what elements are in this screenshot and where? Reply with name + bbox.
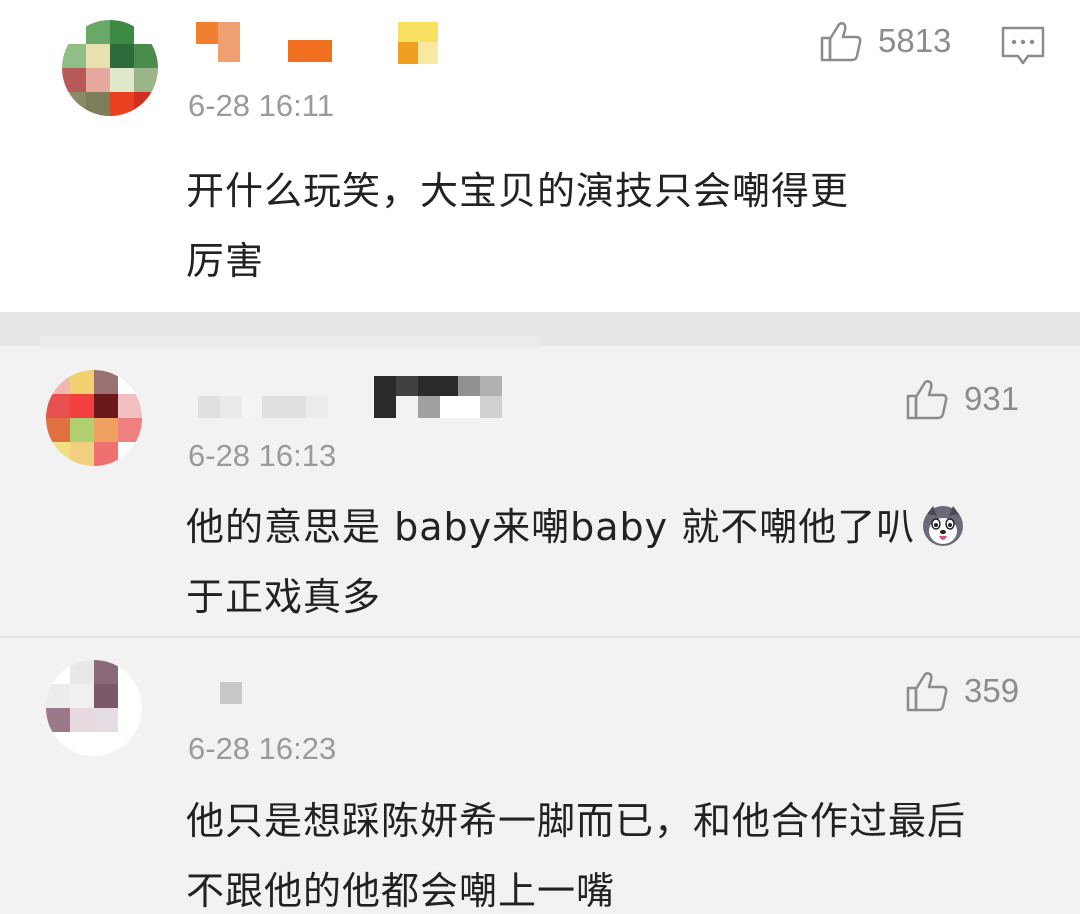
like-button[interactable]: 5813 bbox=[818, 18, 951, 64]
avatar-mosaic-tile bbox=[94, 394, 118, 418]
section-divider-shadow bbox=[40, 336, 540, 348]
avatar-mosaic-tile bbox=[94, 708, 118, 732]
avatar-mosaic-tile bbox=[86, 68, 110, 92]
like-button[interactable]: 359 bbox=[904, 668, 1019, 714]
avatar-mosaic-tile bbox=[94, 370, 118, 394]
avatar-mosaic-tile bbox=[94, 442, 118, 466]
avatar-mosaic-tile bbox=[70, 394, 94, 418]
avatar-mosaic-tile bbox=[118, 708, 142, 732]
avatar-mosaic-tile bbox=[70, 442, 94, 466]
comment-text-line: 开什么玩笑，大宝贝的演技只会嘲得更 bbox=[186, 169, 850, 213]
comment-text: 开什么玩笑，大宝贝的演技只会嘲得更 厉害 bbox=[186, 156, 1036, 296]
comment-timestamp: 6-28 16:13 bbox=[188, 438, 337, 473]
like-count: 931 bbox=[964, 380, 1020, 417]
comment-list-page: 5813 6-28 16:11 开什么玩笑，大宝贝的演技只会嘲得更 厉害 931… bbox=[0, 0, 1080, 914]
avatar-mosaic-tile bbox=[86, 20, 110, 44]
username-blurred[interactable] bbox=[198, 396, 328, 418]
comment-text: 他只是想踩陈妍希一脚而已，和他合作过最后 不跟他的他都会嘲上一嘴 bbox=[186, 786, 1036, 914]
avatar-mosaic-tile bbox=[46, 732, 70, 756]
username-blurred[interactable] bbox=[220, 682, 242, 704]
avatar-mosaic-tile bbox=[46, 660, 70, 684]
avatar-mosaic-tile bbox=[118, 732, 142, 756]
avatar-mosaic-tile bbox=[46, 442, 70, 466]
avatar-mosaic-tile bbox=[70, 418, 94, 442]
avatar-mosaic-tile bbox=[62, 44, 86, 68]
avatar-mosaic-tile bbox=[110, 68, 134, 92]
avatar-mosaic-tile bbox=[46, 394, 70, 418]
comment-separator bbox=[0, 636, 1080, 638]
like-button[interactable]: 931 bbox=[904, 376, 1019, 422]
avatar-mosaic-tile bbox=[94, 732, 118, 756]
thumb-up-icon bbox=[820, 22, 862, 62]
avatar-mosaic-tile bbox=[94, 660, 118, 684]
thumb-up-icon bbox=[906, 380, 948, 420]
avatar-mosaic-tile bbox=[94, 418, 118, 442]
avatar-mosaic-tile bbox=[86, 44, 110, 68]
avatar[interactable] bbox=[46, 370, 142, 466]
avatar-mosaic-tile bbox=[118, 684, 142, 708]
husky-emoji-icon bbox=[923, 506, 964, 546]
like-count: 359 bbox=[964, 672, 1020, 709]
like-count: 5813 bbox=[878, 22, 952, 59]
avatar-mosaic-tile bbox=[110, 44, 134, 68]
avatar-mosaic-tile bbox=[70, 370, 94, 394]
avatar-mosaic-tile bbox=[62, 68, 86, 92]
avatar-mosaic-tile bbox=[110, 20, 134, 44]
username-blurred bbox=[398, 42, 438, 64]
comment-text-line: 于正戏真多 bbox=[186, 575, 382, 619]
avatar-mosaic-tile bbox=[70, 684, 94, 708]
avatar-mosaic-tile bbox=[46, 418, 70, 442]
username-blurred[interactable] bbox=[196, 22, 332, 62]
avatar-mosaic-tile bbox=[118, 442, 142, 466]
avatar-mosaic-tile bbox=[46, 370, 70, 394]
username-blurred bbox=[398, 22, 438, 42]
avatar-mosaic-tile bbox=[118, 660, 142, 684]
comment-timestamp: 6-28 16:23 bbox=[188, 731, 337, 766]
avatar[interactable] bbox=[46, 660, 142, 756]
avatar-mosaic-tile bbox=[46, 708, 70, 732]
avatar-mosaic-tile bbox=[118, 394, 142, 418]
comment-text-line: 厉害 bbox=[186, 239, 265, 283]
reply-comment-icon[interactable] bbox=[1000, 24, 1046, 68]
comment-text-line: 不跟他的他都会嘲上一嘴 bbox=[186, 869, 616, 913]
avatar-mosaic-tile bbox=[70, 732, 94, 756]
comment-text-line: 他只是想踩陈妍希一脚而已，和他合作过最后 bbox=[186, 799, 967, 843]
avatar[interactable] bbox=[62, 20, 158, 116]
avatar-mosaic-tile bbox=[46, 684, 70, 708]
username-blurred bbox=[418, 396, 502, 418]
comment-text: 他的意思是 baby来嘲baby 就不嘲他了叭 于正戏真多 bbox=[186, 492, 1036, 632]
comment-timestamp: 6-28 16:11 bbox=[188, 88, 334, 123]
avatar-mosaic-tile bbox=[118, 370, 142, 394]
thumb-up-icon bbox=[906, 672, 948, 712]
comment-text-line: 他的意思是 baby来嘲baby 就不嘲他了叭 bbox=[186, 505, 916, 549]
avatar-mosaic-tile bbox=[70, 660, 94, 684]
avatar-mosaic-tile bbox=[94, 684, 118, 708]
avatar-mosaic-tile bbox=[70, 708, 94, 732]
avatar-mosaic-tile bbox=[118, 418, 142, 442]
